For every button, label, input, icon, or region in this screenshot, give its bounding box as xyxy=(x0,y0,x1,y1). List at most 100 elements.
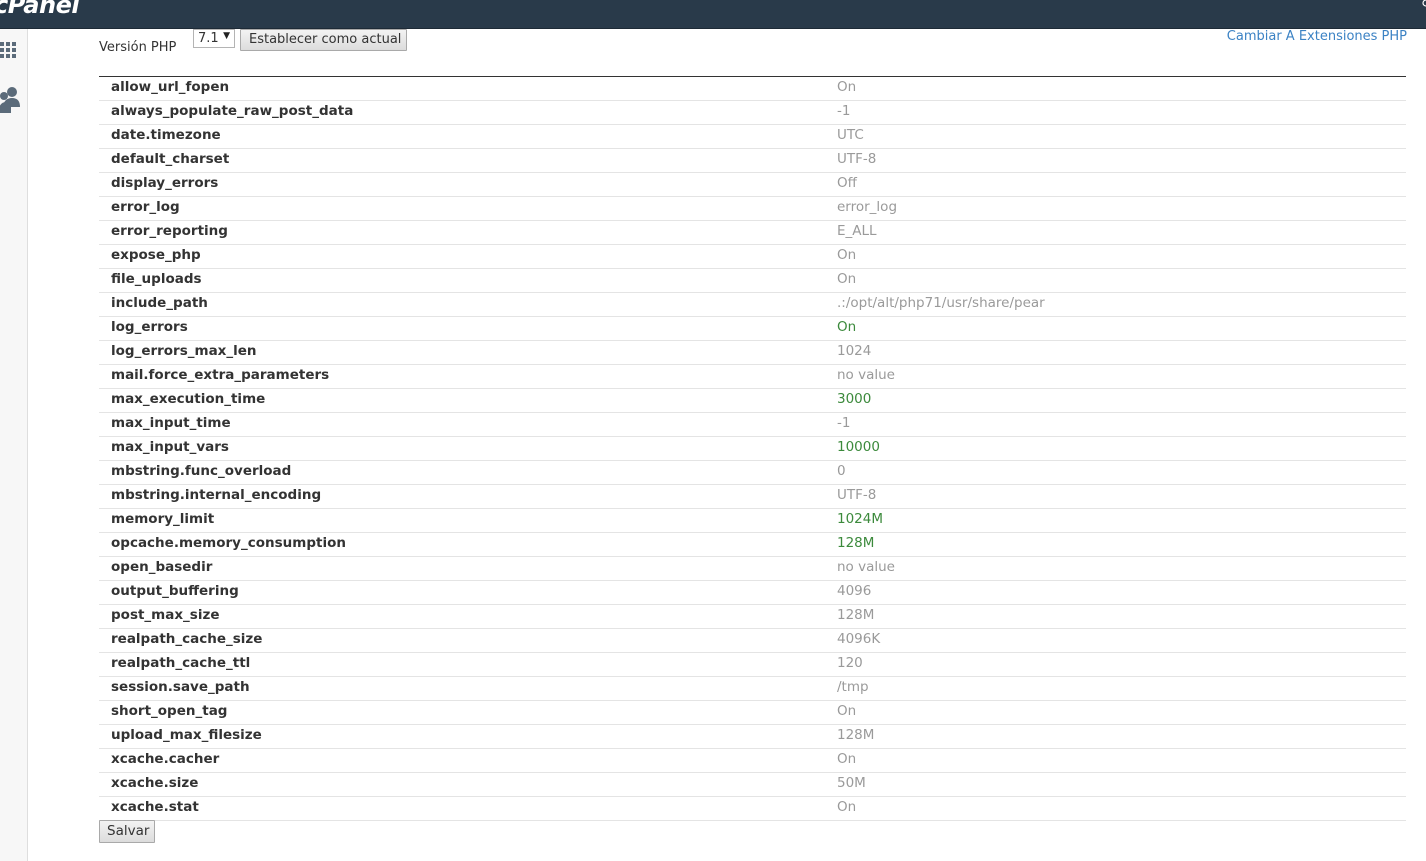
sidebar xyxy=(0,29,28,861)
option-name: short_open_tag xyxy=(111,703,228,719)
option-name: realpath_cache_size xyxy=(111,631,263,647)
option-row: session.save_path/tmp xyxy=(99,677,1406,701)
option-name: mbstring.func_overload xyxy=(111,463,292,479)
option-name: log_errors_max_len xyxy=(111,343,257,359)
option-value[interactable]: On xyxy=(837,751,856,767)
option-row: xcache.size 50M xyxy=(99,773,1406,797)
option-row: open_basedir no value xyxy=(99,557,1406,581)
option-value[interactable]: On xyxy=(837,271,856,287)
option-value[interactable]: 0 xyxy=(837,463,846,479)
main-content: Versión PHP 7.1 ▼ Establecer como actual… xyxy=(28,29,1426,861)
option-value[interactable]: 128M xyxy=(837,535,874,551)
option-row: short_open_tag On xyxy=(99,701,1406,725)
option-value[interactable]: 128M xyxy=(837,607,874,623)
top-navbar: cPanel xyxy=(0,0,1426,29)
php-version-label: Versión PHP xyxy=(99,40,177,55)
option-name: error_log xyxy=(111,199,180,215)
php-version-value: 7.1 xyxy=(198,31,219,46)
option-name: allow_url_fopen xyxy=(111,79,230,95)
option-row: always_populate_raw_post_data -1 xyxy=(99,101,1406,125)
option-row: display_errors Off xyxy=(99,173,1406,197)
option-row: opcache.memory_consumption 128M xyxy=(99,533,1406,557)
option-value[interactable]: 4096 xyxy=(837,583,871,599)
option-value[interactable]: -1 xyxy=(837,415,850,431)
option-row: date.timezone UTC xyxy=(99,125,1406,149)
option-row: xcache.cacher On xyxy=(99,749,1406,773)
option-value[interactable]: 128M xyxy=(837,727,874,743)
option-name: mbstring.internal_encoding xyxy=(111,487,322,503)
option-name: max_input_vars xyxy=(111,439,229,455)
option-value[interactable]: .:/opt/alt/php71/usr/share/pear xyxy=(837,295,1045,311)
option-row: output_buffering 4096 xyxy=(99,581,1406,605)
save-button[interactable]: Salvar xyxy=(99,820,155,843)
option-name: opcache.memory_consumption xyxy=(111,535,346,551)
php-options-table: allow_url_fopen On always_populate_raw_pos… xyxy=(99,76,1406,821)
option-name: xcache.stat xyxy=(111,799,199,815)
option-row: error_reporting E_ALL xyxy=(99,221,1406,245)
option-row: realpath_cache_size 4096K xyxy=(99,629,1406,653)
option-row: realpath_cache_ttl 120 xyxy=(99,653,1406,677)
option-value[interactable]: 1024 xyxy=(837,343,871,359)
option-name: realpath_cache_ttl xyxy=(111,655,251,671)
php-version-select[interactable]: 7.1 ▼ xyxy=(193,29,235,48)
option-name: xcache.size xyxy=(111,775,199,791)
option-name: mail.force_extra_parameters xyxy=(111,367,330,383)
switch-to-extensions-link[interactable]: Cambiar A Extensiones PHP xyxy=(1227,29,1407,44)
option-name: post_max_size xyxy=(111,607,220,623)
option-name: display_errors xyxy=(111,175,219,191)
cpanel-logo[interactable]: cPanel xyxy=(0,0,80,19)
option-value[interactable]: Off xyxy=(837,175,857,191)
option-name: date.timezone xyxy=(111,127,221,143)
option-row: max_input_time -1 xyxy=(99,413,1406,437)
option-name: open_basedir xyxy=(111,559,213,575)
set-current-button[interactable]: Establecer como actual xyxy=(240,29,407,51)
option-value[interactable]: 10000 xyxy=(837,439,880,455)
option-value[interactable]: 120 xyxy=(837,655,863,671)
option-value[interactable]: On xyxy=(837,319,856,335)
option-name: always_populate_raw_post_data xyxy=(111,103,354,119)
option-value[interactable]: no value xyxy=(837,559,895,575)
option-value[interactable]: UTC xyxy=(837,127,864,143)
option-row: upload_max_filesize 128M xyxy=(99,725,1406,749)
option-name: memory_limit xyxy=(111,511,215,527)
option-row: max_execution_time 3000 xyxy=(99,389,1406,413)
option-value[interactable]: On xyxy=(837,79,856,95)
option-value[interactable]: UTF-8 xyxy=(837,487,876,503)
option-value[interactable]: 50M xyxy=(837,775,866,791)
search-icon[interactable] xyxy=(1420,0,1426,10)
option-name: default_charset xyxy=(111,151,230,167)
option-name: log_errors xyxy=(111,319,188,335)
option-value[interactable]: /tmp xyxy=(837,679,869,695)
option-row: log_errors_max_len 1024 xyxy=(99,341,1406,365)
option-row: file_uploads On xyxy=(99,269,1406,293)
option-name: upload_max_filesize xyxy=(111,727,262,743)
option-value[interactable]: 4096K xyxy=(837,631,880,647)
option-name: session.save_path xyxy=(111,679,250,695)
chevron-down-icon: ▼ xyxy=(223,31,230,41)
option-value[interactable]: error_log xyxy=(837,199,897,215)
option-row: max_input_vars 10000 xyxy=(99,437,1406,461)
option-value[interactable]: On xyxy=(837,247,856,263)
option-row: mail.force_extra_parameters no value xyxy=(99,365,1406,389)
option-row: include_path .:/opt/alt/php71/usr/share/p… xyxy=(99,293,1406,317)
option-row: mbstring.internal_encoding UTF-8 xyxy=(99,485,1406,509)
option-name: include_path xyxy=(111,295,208,311)
option-value[interactable]: E_ALL xyxy=(837,223,877,239)
option-name: max_execution_time xyxy=(111,391,266,407)
option-value[interactable]: 1024M xyxy=(837,511,883,527)
option-value[interactable]: -1 xyxy=(837,103,850,119)
users-icon[interactable] xyxy=(0,85,20,113)
option-row: default_charset UTF-8 xyxy=(99,149,1406,173)
option-name: expose_php xyxy=(111,247,201,263)
option-row: memory_limit 1024M xyxy=(99,509,1406,533)
option-value[interactable]: 3000 xyxy=(837,391,871,407)
option-name: max_input_time xyxy=(111,415,231,431)
option-value[interactable]: On xyxy=(837,703,856,719)
option-value[interactable]: On xyxy=(837,799,856,815)
option-row: mbstring.func_overload 0 xyxy=(99,461,1406,485)
option-value[interactable]: UTF-8 xyxy=(837,151,876,167)
option-row: xcache.stat On xyxy=(99,797,1406,821)
grid-icon[interactable] xyxy=(0,40,20,62)
option-row: allow_url_fopen On xyxy=(99,77,1406,101)
option-value[interactable]: no value xyxy=(837,367,895,383)
